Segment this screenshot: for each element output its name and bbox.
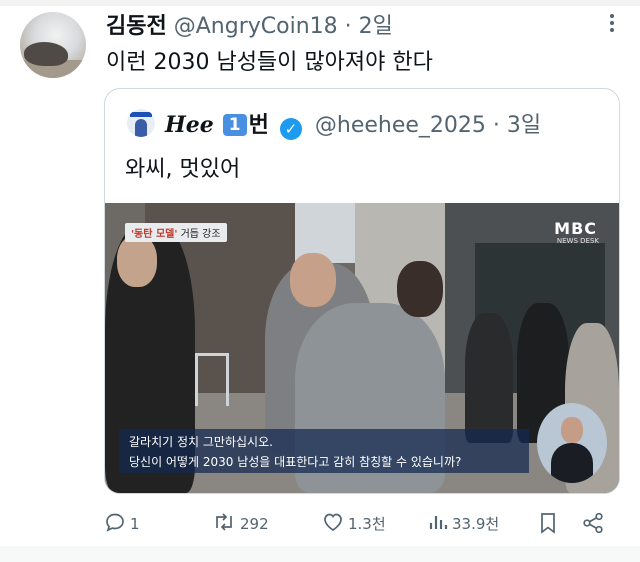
avatar-rock <box>24 42 68 66</box>
broadcaster-logo: MBC <box>554 219 597 238</box>
share-button[interactable] <box>582 512 608 535</box>
reply-count: 1 <box>130 515 140 533</box>
heart-icon <box>324 513 342 532</box>
bottom-divider <box>0 546 640 562</box>
reply-button[interactable]: 1 <box>104 512 140 533</box>
tweet-header: 김동전 @AngryCoin18 · 2일 <box>106 8 393 40</box>
bookmark-button[interactable] <box>538 512 562 535</box>
author-avatar[interactable] <box>20 12 86 78</box>
man-in-suit-head <box>397 261 443 317</box>
like-button[interactable]: 1.3천 <box>322 512 386 534</box>
retweet-icon <box>216 513 232 531</box>
author-name[interactable]: 김동전 <box>106 14 167 39</box>
sign-language-interpreter <box>537 403 607 483</box>
quote-author-handle[interactable]: @heehee_2025 <box>315 113 486 138</box>
foreground-man-head <box>117 235 157 287</box>
quote-author-avatar[interactable] <box>127 109 155 137</box>
avatar-figure <box>135 119 147 137</box>
more-options-icon[interactable] <box>610 14 616 35</box>
interpreter-head <box>561 417 583 443</box>
quote-media-image[interactable]: '동탄 모델' 거듭 강조 MBC NEWS DESK 갈라치기 정치 그만하십… <box>105 203 619 493</box>
bookmark-icon <box>541 513 555 534</box>
quote-tweet-card[interactable]: Hee 1번 ✓ @heehee_2025 · 3일 와씨, 멋있어 '동탄 모… <box>104 88 620 494</box>
tweet-time[interactable]: 2일 <box>359 14 393 39</box>
avatar-banner-text <box>130 112 152 117</box>
broadcaster-subtitle: NEWS DESK <box>556 237 599 245</box>
quote-header-separator: · <box>492 113 500 138</box>
share-icon <box>583 512 603 534</box>
interpreter-body <box>551 443 593 483</box>
verified-badge-icon: ✓ <box>279 118 302 140</box>
author-handle[interactable]: @AngryCoin18 <box>174 14 338 39</box>
subtitle-line-2: 당신이 어떻게 2030 남성을 대표한다고 감히 참칭할 수 있습니까? <box>129 455 462 469</box>
quote-author-name-suffix: 번 <box>248 113 269 138</box>
views-icon <box>429 516 448 529</box>
top-divider <box>0 0 640 6</box>
retweet-button[interactable]: 292 <box>212 512 269 533</box>
news-caption-tag: '동탄 모델' 거듭 강조 <box>125 223 227 242</box>
young-man-head <box>290 253 336 307</box>
quote-author-name-prefix[interactable]: Hee <box>165 112 214 138</box>
subtitle-line-1: 갈라치기 정치 그만하십시오. <box>129 435 273 449</box>
quote-header: Hee 1번 ✓ @heehee_2025 · 3일 <box>165 107 541 140</box>
quote-time[interactable]: 3일 <box>507 113 541 138</box>
retweet-count: 292 <box>240 515 269 533</box>
header-separator: · <box>344 14 352 39</box>
tweet-text: 이런 2030 남성들이 많아져야 한다 <box>106 50 433 75</box>
quote-text: 와씨, 멋있어 <box>125 157 241 182</box>
quote-author-name-number: 1 <box>222 114 247 136</box>
like-count: 1.3천 <box>348 515 386 533</box>
bystander-1 <box>465 313 513 443</box>
caption-tag-rest: 거듭 강조 <box>177 229 221 240</box>
reply-icon <box>106 513 124 532</box>
caption-tag-highlight: '동탄 모델' <box>131 229 178 240</box>
views-button[interactable]: 33.9천 <box>428 512 499 534</box>
view-count: 33.9천 <box>452 515 500 533</box>
tweet-actions: 1 292 1.3천 33.9천 <box>104 508 620 538</box>
street-railing <box>195 353 229 406</box>
